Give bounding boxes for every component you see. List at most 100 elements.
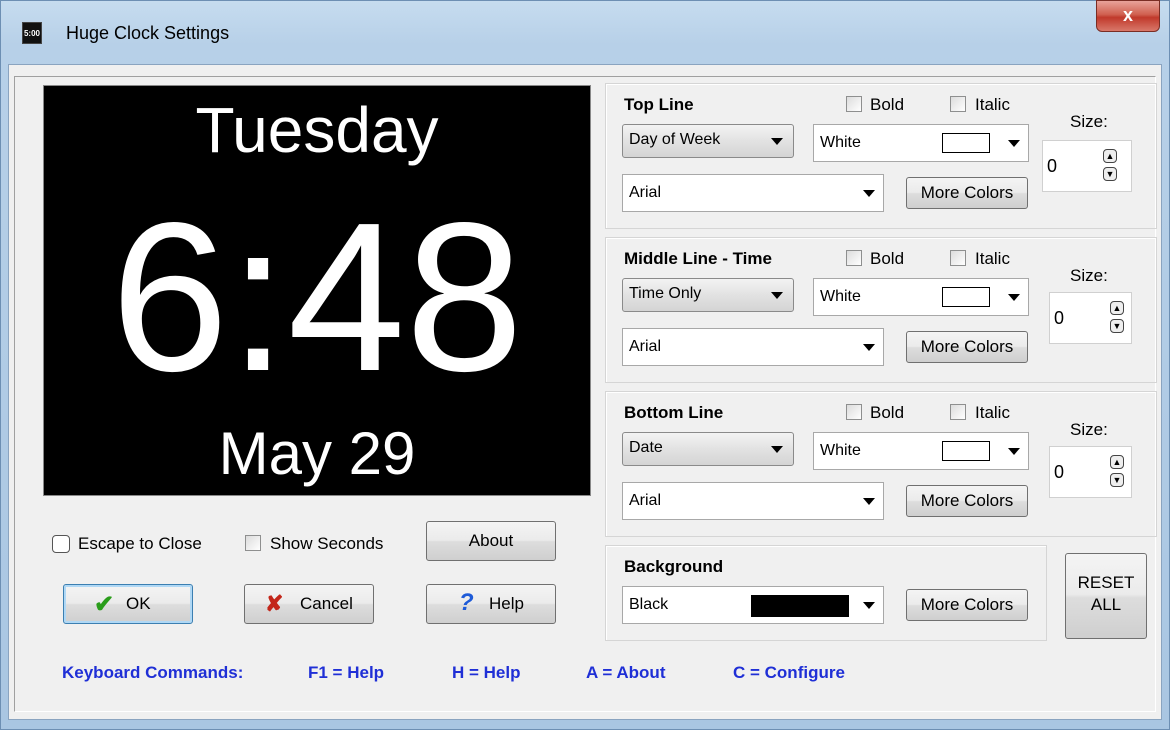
escape-to-close-checkbox[interactable] — [52, 535, 70, 553]
bottom-line-italic-label[interactable]: Italic — [975, 402, 1010, 424]
show-seconds-label[interactable]: Show Seconds — [270, 533, 383, 555]
top-line-content-dropdown[interactable]: Day of Week — [622, 124, 794, 158]
bottom-line-font-value: Arial — [629, 492, 662, 509]
ok-label: OK — [126, 594, 151, 613]
reset-label-line2: ALL — [1090, 595, 1122, 614]
middle-line-more-colors-button[interactable]: More Colors — [906, 331, 1028, 363]
background-color-value: Black — [629, 596, 669, 613]
top-line-more-colors-button[interactable]: More Colors — [906, 177, 1028, 209]
cancel-button[interactable]: ✘ Cancel — [244, 584, 374, 624]
bottom-line-color-value: White — [820, 442, 861, 459]
bottom-line-italic-checkbox[interactable] — [950, 404, 966, 420]
top-line-font-select[interactable]: Arial — [622, 174, 884, 212]
chevron-down-icon — [771, 446, 783, 453]
chevron-down-icon — [771, 138, 783, 145]
show-seconds-checkbox[interactable] — [245, 535, 261, 551]
middle-line-font-value: Arial — [629, 338, 662, 355]
chevron-down-icon — [1008, 448, 1020, 455]
chevron-down-icon — [863, 190, 875, 197]
preview-time: 6:48 — [110, 178, 524, 415]
decrement-icon[interactable]: ▼ — [1110, 473, 1124, 487]
about-button[interactable]: About — [426, 521, 556, 561]
bottom-line-size-label: Size: — [1070, 420, 1108, 439]
help-label: Help — [489, 594, 524, 613]
close-icon: x — [1122, 5, 1133, 25]
increment-icon[interactable]: ▲ — [1110, 455, 1124, 469]
middle-line-size-label: Size: — [1070, 266, 1108, 285]
middle-line-color-select[interactable]: White — [813, 278, 1029, 316]
clock-preview: Tuesday 6:48 May 29 — [43, 85, 591, 496]
bottom-line-font-select[interactable]: Arial — [622, 482, 884, 520]
top-line-color-select[interactable]: White — [813, 124, 1029, 162]
bottom-line-size-value[interactable]: 0 — [1054, 461, 1064, 483]
red-x-icon: ✘ — [265, 591, 284, 616]
window-title: Huge Clock Settings — [66, 23, 230, 43]
ok-button[interactable]: ✔ OK — [63, 584, 193, 624]
background-more-colors-button[interactable]: More Colors — [906, 589, 1028, 621]
preview-top-line: Tuesday — [195, 94, 439, 166]
top-line-color-swatch — [942, 133, 990, 153]
increment-icon[interactable]: ▲ — [1103, 149, 1117, 163]
top-line-size-label: Size: — [1070, 112, 1108, 131]
top-line-font-value: Arial — [629, 184, 662, 201]
top-line-title: Top Line — [624, 95, 694, 114]
top-line-bold-checkbox[interactable] — [846, 96, 862, 112]
clock-app-icon: 5:00 — [22, 22, 42, 44]
keyboard-commands-label: Keyboard Commands: — [62, 663, 244, 682]
middle-line-bold-label[interactable]: Bold — [870, 248, 904, 270]
bottom-line-bold-checkbox[interactable] — [846, 404, 862, 420]
chevron-down-icon — [863, 602, 875, 609]
background-color-select[interactable]: Black — [622, 586, 884, 624]
chevron-down-icon — [771, 292, 783, 299]
middle-line-size-spinner[interactable]: 0 ▲ ▼ — [1049, 292, 1132, 344]
middle-line-italic-label[interactable]: Italic — [975, 248, 1010, 270]
bottom-line-content-dropdown[interactable]: Date — [622, 432, 794, 466]
bottom-line-content-value: Date — [629, 439, 663, 456]
middle-line-color-swatch — [942, 287, 990, 307]
question-mark-icon: ? — [459, 589, 474, 616]
keyboard-a-about: A = About — [586, 663, 666, 682]
keyboard-f1-help: F1 = Help — [308, 663, 385, 682]
preview-bottom-line: May 29 — [218, 420, 416, 487]
bottom-line-more-colors-button[interactable]: More Colors — [906, 485, 1028, 517]
middle-line-size-value[interactable]: 0 — [1054, 307, 1064, 329]
middle-line-italic-checkbox[interactable] — [950, 250, 966, 266]
bottom-line-title: Bottom Line — [624, 403, 724, 422]
escape-to-close-label[interactable]: Escape to Close — [78, 533, 202, 555]
top-line-italic-checkbox[interactable] — [950, 96, 966, 112]
chevron-down-icon — [1008, 140, 1020, 147]
cancel-label: Cancel — [300, 594, 353, 613]
middle-line-bold-checkbox[interactable] — [846, 250, 862, 266]
middle-line-color-value: White — [820, 288, 861, 305]
top-line-italic-label[interactable]: Italic — [975, 94, 1010, 116]
checkmark-icon: ✔ — [94, 591, 115, 618]
bottom-line-bold-label[interactable]: Bold — [870, 402, 904, 424]
bottom-line-color-select[interactable]: White — [813, 432, 1029, 470]
background-color-swatch — [751, 595, 849, 617]
top-line-content-value: Day of Week — [629, 131, 721, 148]
chevron-down-icon — [1008, 294, 1020, 301]
reset-all-button[interactable]: RESET ALL — [1065, 553, 1147, 639]
top-line-bold-label[interactable]: Bold — [870, 94, 904, 116]
bottom-line-color-swatch — [942, 441, 990, 461]
chevron-down-icon — [863, 498, 875, 505]
keyboard-c-configure: C = Configure — [733, 663, 845, 682]
middle-line-font-select[interactable]: Arial — [622, 328, 884, 366]
bottom-line-size-spinner[interactable]: 0 ▲ ▼ — [1049, 446, 1132, 498]
top-line-color-value: White — [820, 134, 861, 151]
increment-icon[interactable]: ▲ — [1110, 301, 1124, 315]
help-button[interactable]: ? Help — [426, 584, 556, 624]
top-line-size-value[interactable]: 0 — [1047, 155, 1057, 177]
title-bar[interactable]: 5:00 Huge Clock Settings x — [0, 0, 1170, 64]
top-line-size-spinner[interactable]: 0 ▲ ▼ — [1042, 140, 1132, 192]
background-title: Background — [624, 557, 724, 576]
middle-line-content-value: Time Only — [629, 285, 702, 302]
decrement-icon[interactable]: ▼ — [1110, 319, 1124, 333]
reset-label-line1: RESET — [1077, 573, 1135, 592]
middle-line-title: Middle Line - Time — [624, 249, 772, 268]
close-button[interactable]: x — [1096, 0, 1160, 32]
chevron-down-icon — [863, 344, 875, 351]
keyboard-h-help: H = Help — [452, 663, 521, 682]
middle-line-content-dropdown[interactable]: Time Only — [622, 278, 794, 312]
decrement-icon[interactable]: ▼ — [1103, 167, 1117, 181]
